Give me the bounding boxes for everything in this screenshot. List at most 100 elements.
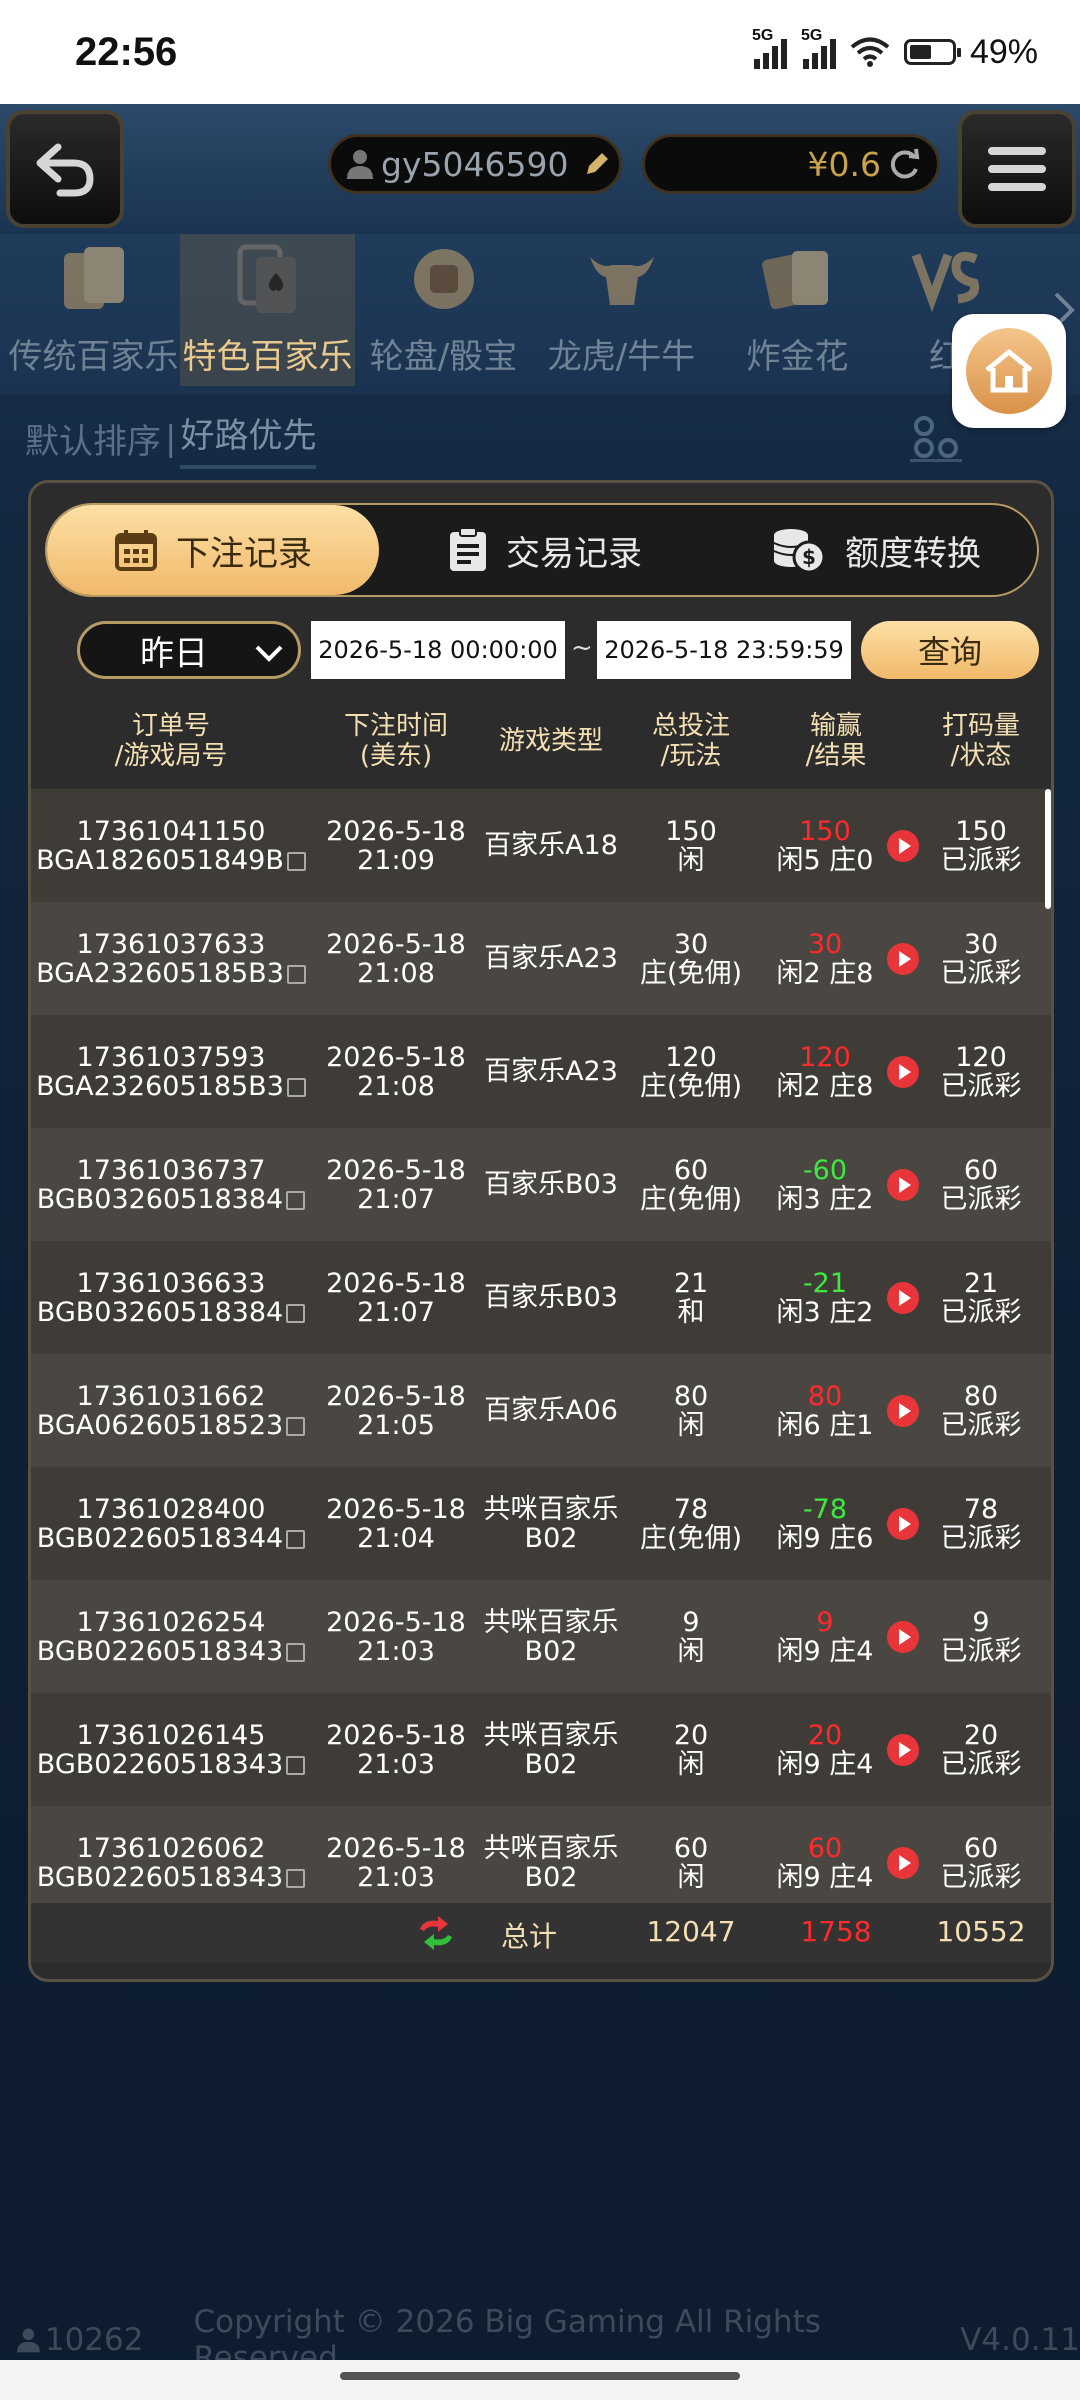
edit-icon[interactable] <box>582 149 612 179</box>
bet-time-cell: 2026-5-18 21:05 <box>311 1354 481 1467</box>
table-row[interactable]: 17361026145 BGB02260518343 2026-5-18 21:03 共… <box>31 1693 1051 1806</box>
round-id-line: BGA232605185B3 <box>36 959 306 988</box>
home-button[interactable] <box>952 314 1066 428</box>
valid-bet-cell: 21 已派彩 <box>911 1241 1051 1354</box>
bet-time-cell: 2026-5-18 21:04 <box>311 1467 481 1580</box>
table-row[interactable]: 17361036737 BGB03260518384 2026-5-18 21:07 百… <box>31 1128 1051 1241</box>
balance-pill: ¥0.6 <box>642 134 940 194</box>
date-range-select[interactable]: 昨日 <box>77 621 301 679</box>
tab-transaction-records[interactable]: 交易记录 <box>379 505 711 595</box>
payout-status: 已派彩 <box>940 1748 1022 1780</box>
col-win-loss: 输赢/结果 <box>805 711 867 771</box>
date-range-value: 昨日 <box>140 633 208 674</box>
order-cell: 17361026062 BGB02260518343 <box>31 1806 311 1905</box>
dice-icon <box>413 249 474 309</box>
refresh-icon[interactable] <box>885 145 923 183</box>
query-button[interactable]: 查询 <box>861 621 1039 679</box>
copy-icon[interactable] <box>286 1868 306 1888</box>
sort-options: 默认排序 | 好路优先 <box>25 408 317 469</box>
bet-time-cell: 2026-5-18 21:03 <box>311 1693 481 1806</box>
bet-cell: 78 庄(免佣) <box>621 1467 761 1580</box>
svg-text:$: $ <box>802 545 816 569</box>
sort-good-road[interactable]: 好路优先 <box>180 408 317 469</box>
menu-button[interactable] <box>958 110 1076 228</box>
bet-time-cell: 2026-5-18 21:08 <box>311 902 481 1015</box>
order-number: 17361036633 <box>76 1267 266 1299</box>
copy-icon[interactable] <box>286 1755 306 1775</box>
copy-icon[interactable] <box>286 1303 306 1323</box>
bet-play: 庄(免佣) <box>639 957 743 989</box>
tab-dragon-tiger-bull[interactable]: 龙虎/牛牛 <box>534 234 709 386</box>
table-row[interactable]: 17361026062 BGB02260518343 2026-5-18 21:03 共… <box>31 1806 1051 1905</box>
back-button[interactable] <box>6 110 124 228</box>
winloss-cell: -60 闲3 庄2 <box>761 1128 889 1241</box>
tab-traditional-baccarat[interactable]: 传统百家乐 <box>6 234 181 386</box>
round-id-line: BGA1826051849B <box>36 846 306 875</box>
tab-special-baccarat[interactable]: 特色百家乐 <box>180 234 355 386</box>
total-row: 总计 12047 1758 10552 <box>31 1903 1051 1963</box>
copy-icon[interactable] <box>286 1077 306 1097</box>
valid-bet: 78 <box>963 1493 999 1525</box>
table-row[interactable]: 17361026254 BGB02260518343 2026-5-18 21:03 共… <box>31 1580 1051 1693</box>
copy-icon[interactable] <box>286 851 306 871</box>
sort-separator: | <box>165 418 177 459</box>
valid-bet-cell: 30 已派彩 <box>911 902 1051 1015</box>
bet-time: 21:07 <box>357 1296 435 1328</box>
footer: 10262 Copyright © 2026 Big Gaming All Ri… <box>0 2304 1080 2376</box>
table-row[interactable]: 17361037633 BGA232605185B3 2026-5-18 21:08 百… <box>31 902 1051 1015</box>
winloss-amount: -21 <box>802 1267 848 1299</box>
copy-icon[interactable] <box>286 964 306 984</box>
table-row[interactable]: 17361037593 BGA232605185B3 2026-5-18 21:08 百… <box>31 1015 1051 1128</box>
order-number: 17361041150 <box>76 815 266 847</box>
game-name: 百家乐B03 <box>484 1282 618 1313</box>
bet-play: 和 <box>677 1296 705 1328</box>
payout-status: 已派彩 <box>940 1296 1022 1328</box>
table-row[interactable]: 17361036633 BGB03260518384 2026-5-18 21:07 百… <box>31 1241 1051 1354</box>
round-id: BGB03260518384 <box>36 1183 284 1215</box>
table-row[interactable]: 17361031662 BGA06260518523 2026-5-18 21:05 百… <box>31 1354 1051 1467</box>
copy-icon[interactable] <box>286 1416 306 1436</box>
tab-bet-records[interactable]: 下注记录 <box>47 505 379 595</box>
table-row[interactable]: 17361041150 BGA1826051849B 2026-5-18 21:09 百… <box>31 789 1051 902</box>
copy-icon[interactable] <box>286 1642 306 1662</box>
username-pill[interactable]: gy5046590 <box>328 134 622 194</box>
balance: ¥0.6 <box>807 144 881 184</box>
bet-amount: 30 <box>673 928 709 960</box>
valid-bet: 21 <box>963 1267 999 1299</box>
game-name: 共咪百家乐 <box>483 1493 619 1525</box>
nav-bar-area <box>0 2360 1080 2400</box>
order-cell: 17361037593 BGA232605185B3 <box>31 1015 311 1128</box>
tab-roulette-sicbo[interactable]: 轮盘/骰宝 <box>356 234 531 386</box>
home-indicator[interactable] <box>340 2372 740 2380</box>
bet-time: 21:08 <box>357 1070 435 1102</box>
view-toggle-icon[interactable] <box>908 412 964 462</box>
bet-play: 庄(免佣) <box>639 1070 743 1102</box>
game-type-cell: 百家乐A23 <box>481 1015 621 1128</box>
start-date-input[interactable]: 2026-5-18 00:00:00 <box>311 621 565 679</box>
table-body[interactable]: 17361041150 BGA1826051849B 2026-5-18 21:09 百… <box>31 789 1051 1905</box>
version: V4.0.11 <box>960 2322 1080 2358</box>
sort-default[interactable]: 默认排序 <box>25 414 161 463</box>
bet-time-cell: 2026-5-18 21:09 <box>311 789 481 902</box>
copy-icon[interactable] <box>286 1190 306 1210</box>
battery-percent: 49% <box>969 32 1038 71</box>
winloss-cell: 20 闲9 庄4 <box>761 1693 889 1806</box>
winloss-amount: 20 <box>807 1719 843 1751</box>
round-id: BGA06260518523 <box>36 1409 284 1441</box>
table-row[interactable]: 17361028400 BGB02260518344 2026-5-18 21:04 共… <box>31 1467 1051 1580</box>
winloss-amount: 150 <box>799 815 851 847</box>
round-id-line: BGB02260518343 <box>37 1863 306 1892</box>
round-id-line: BGB02260518343 <box>37 1637 306 1666</box>
vs-icon <box>911 251 980 313</box>
calendar-icon <box>115 530 157 571</box>
scrollbar[interactable] <box>1045 789 1051 909</box>
tab-credit-transfer[interactable]: $ 额度转换 <box>711 505 1041 595</box>
valid-bet: 60 <box>963 1832 999 1864</box>
order-cell: 17361026145 BGB02260518343 <box>31 1693 311 1806</box>
copy-icon[interactable] <box>286 1529 306 1549</box>
bet-cell: 21 和 <box>621 1241 761 1354</box>
bet-amount: 120 <box>665 1041 717 1073</box>
bet-date: 2026-5-18 <box>326 1493 466 1525</box>
end-date-input[interactable]: 2026-5-18 23:59:59 <box>597 621 851 679</box>
tab-golden-flower[interactable]: 炸金花 <box>710 234 885 386</box>
